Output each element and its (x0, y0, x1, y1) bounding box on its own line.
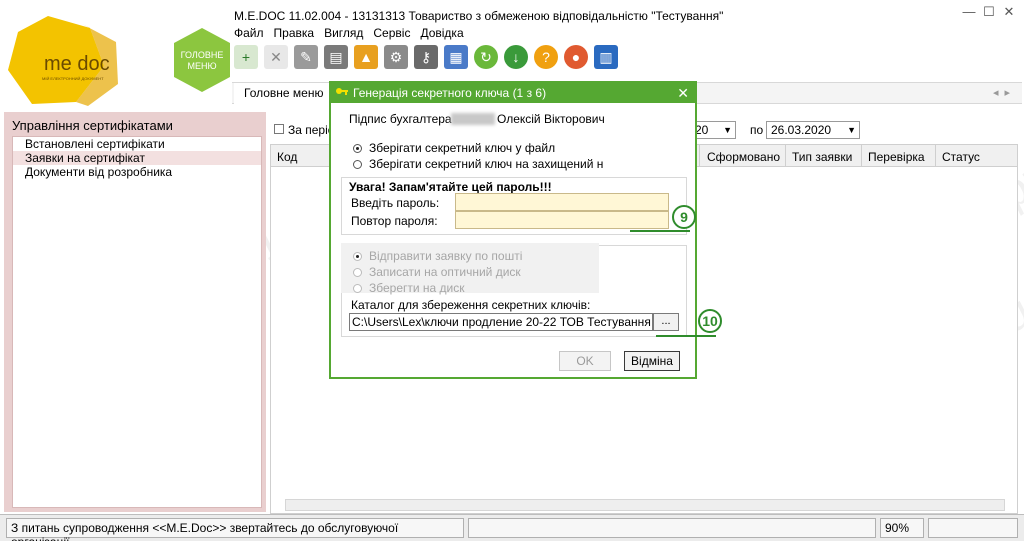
column-formed[interactable]: Сформовано (707, 150, 780, 164)
chat-icon[interactable]: ● (564, 45, 588, 69)
left-panel: Управління сертифікатами Встановлені сер… (4, 112, 266, 512)
status-extra-cell (928, 518, 1018, 538)
column-divider (935, 145, 936, 167)
radio-save-to-secure-media-label: Зберігати секретний ключ на захищений н (369, 157, 604, 171)
menu-edit[interactable]: Правка (274, 26, 315, 42)
svg-text:me doc: me doc (44, 53, 110, 75)
new-document-icon[interactable]: + (234, 45, 258, 69)
password-warning: Увага! Запам'ятайте цей пароль!!! (349, 180, 552, 194)
dialog-title: Генерація секретного ключа (1 з 6) (353, 86, 547, 100)
nav-item-installed-certificates[interactable]: Встановлені сертифікати (13, 137, 261, 151)
password-field[interactable] (455, 193, 669, 211)
radio-save-to-file[interactable] (353, 144, 362, 153)
key-catalog-label: Каталог для збереження секретних ключів: (351, 298, 591, 312)
radio-save-to-disk-label: Зберегти на диск (369, 281, 465, 295)
column-status[interactable]: Статус (942, 150, 980, 164)
repeat-password-label: Повтор пароля: (351, 214, 438, 228)
callout-step-10: 10 (698, 309, 722, 333)
callout-underline (630, 230, 690, 232)
radio-write-optical-disk-label: Записати на оптичний диск (369, 265, 521, 279)
menu-help[interactable]: Довідка (420, 26, 463, 42)
browse-button[interactable]: ... (653, 313, 679, 331)
menu-file[interactable]: Файл (234, 26, 264, 42)
menu-view[interactable]: Вигляд (324, 26, 363, 42)
ok-button[interactable]: OK (559, 351, 611, 371)
help-icon[interactable]: ? (534, 45, 558, 69)
settings-icon[interactable]: ⚙ (384, 45, 408, 69)
refresh-icon[interactable]: ↻ (474, 45, 498, 69)
dialog-title-bar: Генерація секретного ключа (1 з 6) ✕ (331, 83, 695, 103)
status-message: З питань супроводження <<M.E.Doc>> зверт… (6, 518, 464, 541)
key-icon (336, 88, 348, 95)
callout-underline (656, 335, 716, 337)
date-to-select[interactable]: 26.03.2020 ▼ (766, 121, 860, 139)
status-empty-cell (468, 518, 876, 538)
svg-text:МЕНЮ: МЕНЮ (187, 61, 216, 71)
callout-step-9: 9 (672, 205, 696, 229)
svg-text:ГОЛОВНЕ: ГОЛОВНЕ (181, 50, 224, 60)
minimize-icon[interactable]: — (960, 4, 978, 19)
to-label: по (750, 123, 764, 137)
status-zoom: 90% (880, 518, 924, 538)
home-menu-button[interactable]: ГОЛОВНЕ МЕНЮ (171, 26, 233, 94)
status-bar: З питань супроводження <<M.E.Doc>> зверт… (0, 514, 1024, 541)
left-panel-header: Управління сертифікатами (12, 118, 173, 133)
date-from-value: 20 (695, 123, 709, 137)
window-title: M.E.DOC 11.02.004 - 13131313 Товариство … (234, 9, 724, 23)
close-icon[interactable]: ✕ (1000, 4, 1018, 20)
column-code[interactable]: Код (277, 150, 297, 164)
nav-item-certificate-requests[interactable]: Заявки на сертифікат (13, 151, 261, 165)
column-divider (699, 145, 700, 167)
certificate-nav-list: Встановлені сертифікати Заявки на сертиф… (12, 136, 262, 508)
tab-main-menu[interactable]: Головне меню (234, 83, 335, 104)
date-to-value: 26.03.2020 (771, 123, 832, 137)
menu-bar: Файл Правка Вигляд Сервіс Довідка (234, 26, 464, 42)
column-divider (861, 145, 862, 167)
radio-send-mail-label: Відправити заявку по пошті (369, 249, 523, 263)
horizontal-scrollbar[interactable] (285, 499, 1005, 511)
calendar-icon[interactable]: ▦ (444, 45, 468, 69)
svg-text:МІЙ ЕЛЕКТРОННИЙ ДОКУМЕНТ: МІЙ ЕЛЕКТРОННИЙ ДОКУМЕНТ (42, 76, 104, 81)
export-icon[interactable]: ▲ (354, 45, 378, 69)
repeat-password-field[interactable] (455, 211, 669, 229)
radio-send-mail[interactable] (353, 252, 362, 261)
period-checkbox[interactable] (274, 124, 284, 134)
key-catalog-path-field[interactable]: C:\Users\Lex\ключи продление 20-22 ТОВ Т… (349, 313, 653, 331)
dialog-close-icon[interactable]: ✕ (677, 83, 689, 103)
download-icon[interactable]: ↓ (504, 45, 528, 69)
sign-icon[interactable]: ✎ (294, 45, 318, 69)
radio-save-to-file-label: Зберігати секретний ключ у файл (369, 141, 556, 155)
signer-name: Олексій Вікторович (497, 112, 605, 126)
title-bar: M.E.DOC 11.02.004 - 13131313 Товариство … (232, 6, 1024, 26)
chevron-down-icon: ▼ (723, 125, 732, 135)
radio-save-to-secure-media[interactable] (353, 160, 362, 169)
nav-item-developer-documents[interactable]: Документи від розробника (13, 165, 261, 179)
radio-write-optical-disk[interactable] (353, 268, 362, 277)
column-divider (785, 145, 786, 167)
column-request-type[interactable]: Тип заявки (792, 150, 852, 164)
column-check[interactable]: Перевірка (868, 150, 925, 164)
redacted-surname (451, 113, 495, 125)
maximize-icon[interactable]: ☐ (980, 4, 998, 20)
key-icon[interactable]: ⚷ (414, 45, 438, 69)
medoc-logo: me doc МІЙ ЕЛЕКТРОННИЙ ДОКУМЕНТ (8, 16, 118, 106)
print-icon[interactable]: ▤ (324, 45, 348, 69)
period-label: За періо (288, 123, 335, 137)
menu-service[interactable]: Сервіс (373, 26, 410, 42)
toolbar: + ✕ ✎ ▤ ▲ ⚙ ⚷ ▦ ↻ ↓ ? ● ▥ (234, 42, 618, 72)
chevron-down-icon: ▼ (847, 125, 856, 135)
delete-icon[interactable]: ✕ (264, 45, 288, 69)
cancel-button[interactable]: Відміна (624, 351, 680, 371)
radio-save-to-disk[interactable] (353, 284, 362, 293)
signer-label: Підпис бухгалтера (349, 112, 452, 126)
tab-scroll-arrows-icon[interactable]: ◂▸ (993, 86, 1016, 99)
building-icon[interactable]: ▥ (594, 45, 618, 69)
password-label: Введіть пароль: (351, 196, 440, 210)
